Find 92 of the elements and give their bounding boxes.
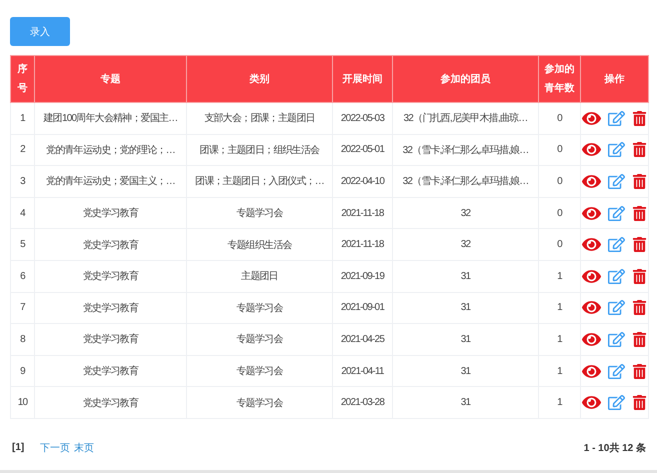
table-cell: 0 — [538, 134, 580, 166]
table-cell: 4 — [10, 197, 34, 229]
table-cell: 2021-04-25 — [332, 324, 392, 356]
table-cell: 32 — [392, 228, 538, 260]
table-cell: 31 — [392, 386, 538, 418]
trash-icon[interactable] — [632, 110, 647, 126]
table-cell: 0 — [538, 102, 580, 134]
edit-icon[interactable] — [608, 330, 625, 348]
trash-icon[interactable] — [632, 332, 647, 347]
table-cell: 2022-05-01 — [332, 134, 392, 166]
edit-icon[interactable] — [608, 299, 625, 316]
trash-icon[interactable] — [632, 142, 647, 158]
column-header: 操作 — [580, 56, 648, 102]
table-cell: 1 — [538, 355, 580, 387]
table-cell: 2021-09-01 — [332, 292, 392, 324]
table-cell: 6 — [10, 260, 34, 292]
table-cell: 支部大会；团课；主题团日 — [186, 102, 332, 134]
column-header: 专题 — [34, 56, 186, 102]
table-cell: 32 — [392, 197, 538, 229]
table-cell: 10 — [10, 386, 34, 418]
trash-icon[interactable] — [632, 174, 647, 189]
table-cell: 31 — [392, 292, 538, 324]
table-cell: 0 — [538, 228, 580, 260]
table-cell: 31 — [392, 260, 538, 292]
table-cell: 党史学习教育 — [34, 386, 186, 418]
table-cell: 1 — [10, 102, 34, 134]
page-link[interactable]: 末页 — [74, 440, 94, 455]
table-cell: 1 — [538, 260, 580, 292]
column-header: 序号 — [10, 56, 34, 102]
table-cell: 3 — [10, 166, 34, 198]
table-cell: 2021-03-28 — [332, 386, 392, 418]
current-page: [1] — [12, 442, 24, 454]
table-cell: 专题学习会 — [186, 324, 332, 356]
edit-icon[interactable] — [608, 236, 625, 254]
table-cell: 32（门扎西,尼美甲木措,曲琼… — [392, 102, 538, 134]
table-cell: 专题学习会 — [186, 292, 332, 324]
table-cell: 党的青年运动史；爱国主义；… — [34, 166, 186, 198]
table-cell: 32（雪卡,泽仁那么,卓玛措,娘… — [392, 134, 538, 166]
trash-icon[interactable] — [632, 300, 647, 316]
edit-icon[interactable] — [608, 110, 625, 127]
table-cell: 党史学习教育 — [34, 355, 186, 387]
edit-icon[interactable] — [608, 268, 625, 285]
table-cell: 1 — [538, 292, 580, 324]
trash-icon[interactable] — [632, 237, 647, 252]
column-header: 开展时间 — [332, 56, 392, 102]
table-cell: 专题学习会 — [186, 197, 332, 229]
table-cell: 建团100周年大会精神；爱国主… — [34, 102, 186, 134]
table-cell: 5 — [10, 228, 34, 260]
trash-icon[interactable] — [632, 364, 647, 379]
trash-icon[interactable] — [632, 395, 647, 410]
table-cell: 专题学习会 — [186, 386, 332, 418]
column-header: 参加的团员 — [392, 56, 538, 102]
table-cell: 7 — [10, 292, 34, 324]
table-cell: 32（雪卡,泽仁那么,卓玛措,娘… — [392, 166, 538, 198]
table-cell: 专题组织生活会 — [186, 228, 332, 260]
record-count: 1 - 10共 12 条 — [584, 442, 646, 455]
table-cell: 党史学习教育 — [34, 292, 186, 324]
table-cell: 31 — [392, 355, 538, 387]
table-cell: 主题团日 — [186, 260, 332, 292]
table-cell: 2022-04-10 — [332, 166, 392, 198]
table-cell: 团课；主题团日；入团仪式；… — [186, 166, 332, 198]
table-cell: 2021-04-11 — [332, 355, 392, 387]
table-cell: 1 — [538, 324, 580, 356]
column-header: 类别 — [186, 56, 332, 102]
table-cell: 2021-09-19 — [332, 260, 392, 292]
edit-icon[interactable] — [608, 362, 625, 380]
add-button[interactable]: 录入 — [10, 17, 70, 46]
table-cell: 专题学习会 — [186, 355, 332, 387]
table-cell: 8 — [10, 324, 34, 356]
table-cell: 31 — [392, 324, 538, 356]
page-link[interactable]: 下一页 — [40, 440, 70, 455]
table-cell: 0 — [538, 197, 580, 229]
table-cell: 2022-05-03 — [332, 102, 392, 134]
table-cell: 0 — [538, 166, 580, 198]
edit-icon[interactable] — [608, 394, 625, 412]
trash-icon[interactable] — [632, 206, 647, 221]
edit-icon[interactable] — [608, 204, 625, 222]
table-cell: 党史学习教育 — [34, 228, 186, 260]
table-cell: 1 — [538, 386, 580, 418]
edit-icon[interactable] — [608, 172, 625, 190]
table-cell: 党史学习教育 — [34, 197, 186, 229]
table-cell: 党的青年运动史；党的理论；… — [34, 134, 186, 166]
table-cell: 党史学习教育 — [34, 324, 186, 356]
table-cell: 团课；主题团日；组织生活会 — [186, 134, 332, 166]
table-cell: 2021-11-18 — [332, 197, 392, 229]
table-cell: 9 — [10, 355, 34, 387]
table-cell: 党史学习教育 — [34, 260, 186, 292]
trash-icon[interactable] — [632, 268, 647, 284]
table-cell: 2021-11-18 — [332, 228, 392, 260]
column-header: 参加的青年数 — [538, 56, 580, 102]
table-cell: 2 — [10, 134, 34, 166]
edit-icon[interactable] — [608, 141, 625, 158]
